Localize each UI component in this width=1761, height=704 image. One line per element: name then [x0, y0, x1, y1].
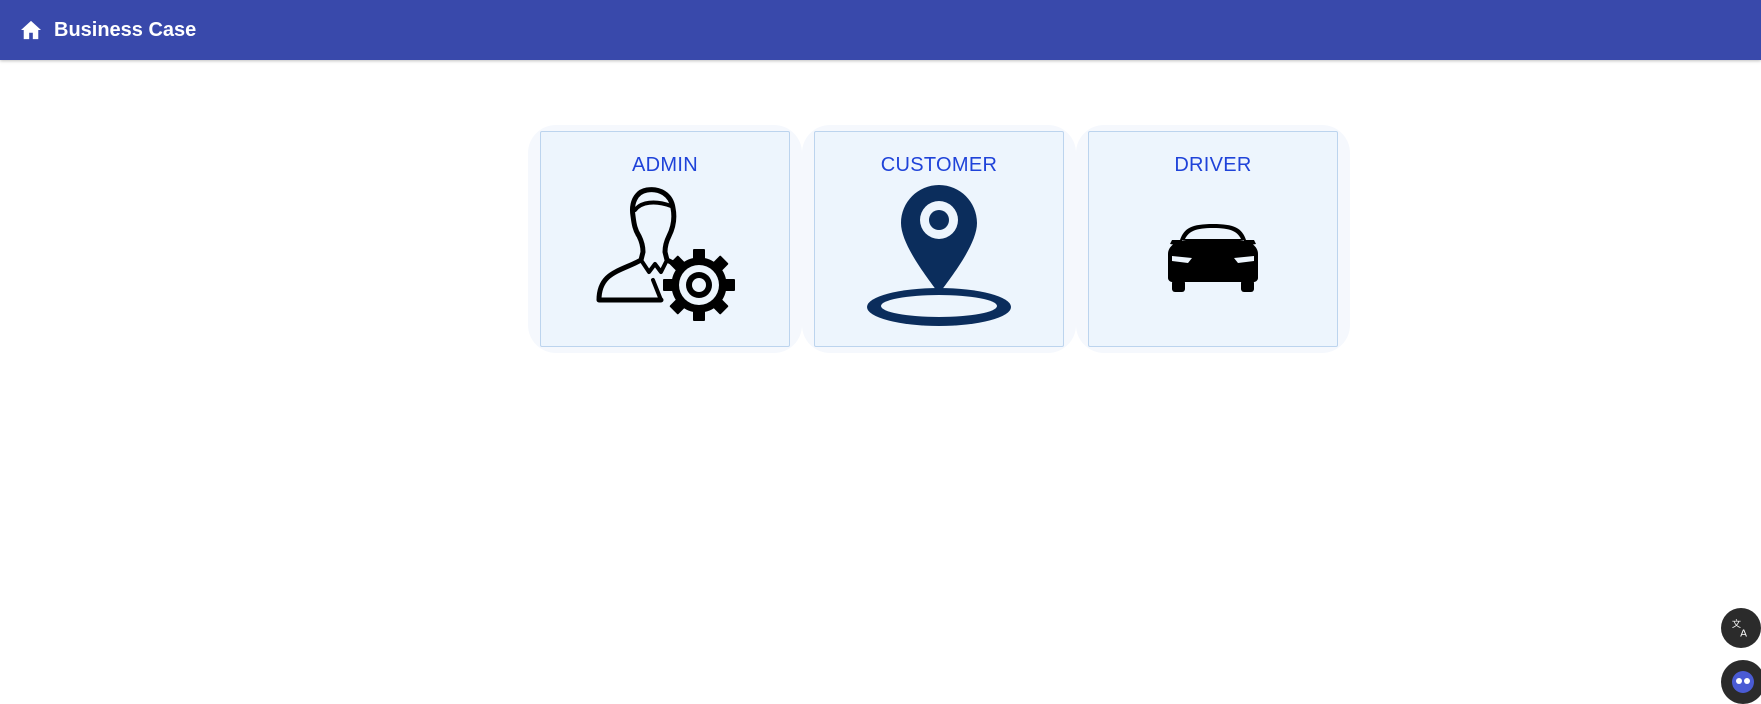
admin-card-label: ADMIN: [632, 154, 698, 176]
app-title: Business Case: [54, 18, 197, 41]
admin-card-wrapper: ADMIN: [528, 125, 802, 353]
location-pin-icon: [815, 180, 1063, 330]
role-cards: ADMIN CUSTOMER DRIVER: [528, 125, 1350, 353]
home-button[interactable]: [19, 18, 43, 42]
driver-card-label: DRIVER: [1174, 154, 1252, 176]
driver-card-wrapper: DRIVER: [1076, 125, 1350, 353]
customer-card-label: CUSTOMER: [880, 154, 998, 176]
translate-icon: 文 A: [1732, 618, 1747, 639]
translate-button[interactable]: 文 A: [1721, 608, 1761, 648]
driver-card[interactable]: DRIVER: [1088, 131, 1338, 347]
admin-card[interactable]: ADMIN: [540, 131, 790, 347]
home-icon: [21, 20, 41, 40]
admin-settings-icon: [541, 180, 789, 330]
assistant-icon: [1732, 671, 1754, 693]
customer-card-wrapper: CUSTOMER: [802, 125, 1076, 353]
assistant-button[interactable]: [1721, 660, 1761, 704]
car-icon: [1089, 180, 1337, 330]
svg-text:A: A: [1740, 628, 1747, 639]
app-bar: Business Case: [0, 0, 1761, 60]
customer-card[interactable]: CUSTOMER: [814, 131, 1064, 347]
